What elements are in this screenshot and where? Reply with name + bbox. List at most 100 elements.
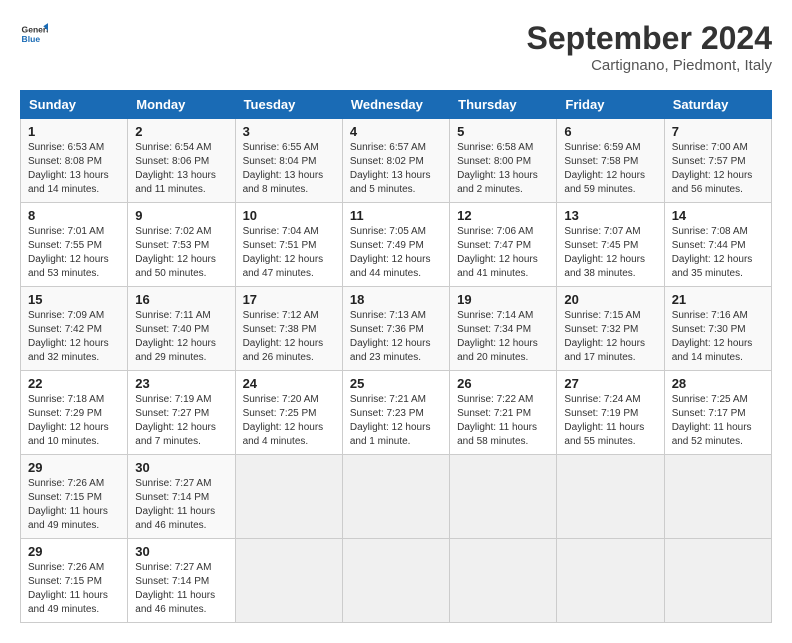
table-cell: 17 Sunrise: 7:12 AM Sunset: 7:38 PM Dayli… [235, 287, 342, 371]
day-info: Sunrise: 7:01 AM Sunset: 7:55 PM Dayligh… [28, 225, 120, 281]
day-info: Sunrise: 7:05 AM Sunset: 7:49 PM Dayligh… [350, 225, 442, 281]
day-info: Sunrise: 7:22 AM Sunset: 7:21 PM Dayligh… [457, 393, 549, 449]
day-number: 29 [28, 460, 120, 475]
calendar-row: 29Sunrise: 7:26 AM Sunset: 7:15 PM Dayli… [21, 539, 772, 623]
day-info: Sunrise: 7:07 AM Sunset: 7:45 PM Dayligh… [564, 225, 656, 281]
day-number: 11 [350, 208, 442, 223]
day-info: Sunrise: 7:13 AM Sunset: 7:36 PM Dayligh… [350, 309, 442, 365]
table-cell: 14 Sunrise: 7:08 AM Sunset: 7:44 PM Dayli… [664, 203, 771, 287]
table-cell [342, 455, 449, 539]
table-cell: 25 Sunrise: 7:21 AM Sunset: 7:23 PM Dayli… [342, 371, 449, 455]
day-number: 25 [350, 376, 442, 391]
table-cell: 12Sunrise: 7:06 AM Sunset: 7:47 PM Dayli… [450, 203, 557, 287]
day-info: Sunrise: 7:08 AM Sunset: 7:44 PM Dayligh… [672, 225, 764, 281]
table-cell: 27Sunrise: 7:24 AM Sunset: 7:19 PM Dayli… [557, 371, 664, 455]
header-friday: Friday [557, 91, 664, 119]
day-info: Sunrise: 7:20 AM Sunset: 7:25 PM Dayligh… [243, 393, 335, 449]
day-number: 19 [457, 292, 549, 307]
day-info: Sunrise: 7:27 AM Sunset: 7:14 PM Dayligh… [135, 477, 227, 533]
calendar-row: 15Sunrise: 7:09 AM Sunset: 7:42 PM Dayli… [21, 287, 772, 371]
day-number: 2 [135, 124, 227, 139]
day-info: Sunrise: 7:00 AM Sunset: 7:57 PM Dayligh… [672, 141, 764, 197]
table-cell: 1 Sunrise: 6:53 AM Sunset: 8:08 PM Daylig… [21, 119, 128, 203]
table-cell [664, 455, 771, 539]
table-cell [235, 539, 342, 623]
header-wednesday: Wednesday [342, 91, 449, 119]
table-cell [342, 539, 449, 623]
table-cell: 2 Sunrise: 6:54 AM Sunset: 8:06 PM Daylig… [128, 119, 235, 203]
table-cell: 10 Sunrise: 7:04 AM Sunset: 7:51 PM Dayli… [235, 203, 342, 287]
table-cell: 3Sunrise: 6:55 AM Sunset: 8:04 PM Daylig… [235, 119, 342, 203]
table-cell: 8 Sunrise: 7:01 AM Sunset: 7:55 PM Daylig… [21, 203, 128, 287]
day-number: 20 [564, 292, 656, 307]
table-cell [557, 539, 664, 623]
table-cell: 4Sunrise: 6:57 AM Sunset: 8:02 PM Daylig… [342, 119, 449, 203]
day-info: Sunrise: 7:16 AM Sunset: 7:30 PM Dayligh… [672, 309, 764, 365]
table-cell: 6Sunrise: 6:59 AM Sunset: 7:58 PM Daylig… [557, 119, 664, 203]
day-info: Sunrise: 7:12 AM Sunset: 7:38 PM Dayligh… [243, 309, 335, 365]
day-info: Sunrise: 6:57 AM Sunset: 8:02 PM Dayligh… [350, 141, 442, 197]
day-info: Sunrise: 7:26 AM Sunset: 7:15 PM Dayligh… [28, 561, 120, 617]
table-cell: 29 Sunrise: 7:26 AM Sunset: 7:15 PM Dayli… [21, 455, 128, 539]
day-info: Sunrise: 7:27 AM Sunset: 7:14 PM Dayligh… [135, 561, 227, 617]
day-info: Sunrise: 7:26 AM Sunset: 7:15 PM Dayligh… [28, 477, 120, 533]
day-info: Sunrise: 6:53 AM Sunset: 8:08 PM Dayligh… [28, 141, 120, 197]
svg-text:Blue: Blue [22, 34, 41, 44]
day-number: 16 [135, 292, 227, 307]
table-cell: 13 Sunrise: 7:07 AM Sunset: 7:45 PM Dayli… [557, 203, 664, 287]
day-number: 1 [28, 124, 120, 139]
calendar-row: 22 Sunrise: 7:18 AM Sunset: 7:29 PM Dayli… [21, 371, 772, 455]
day-info: Sunrise: 7:11 AM Sunset: 7:40 PM Dayligh… [135, 309, 227, 365]
day-info: Sunrise: 7:18 AM Sunset: 7:29 PM Dayligh… [28, 393, 120, 449]
table-cell: 26 Sunrise: 7:22 AM Sunset: 7:21 PM Dayli… [450, 371, 557, 455]
day-number: 3 [243, 124, 335, 139]
page-header: General Blue September 2024 Cartignano, … [20, 20, 772, 74]
table-cell: 11 Sunrise: 7:05 AM Sunset: 7:49 PM Dayli… [342, 203, 449, 287]
table-cell: 22 Sunrise: 7:18 AM Sunset: 7:29 PM Dayli… [21, 371, 128, 455]
day-number: 17 [243, 292, 335, 307]
day-info: Sunrise: 7:04 AM Sunset: 7:51 PM Dayligh… [243, 225, 335, 281]
table-cell: 15Sunrise: 7:09 AM Sunset: 7:42 PM Dayli… [21, 287, 128, 371]
day-info: Sunrise: 6:58 AM Sunset: 8:00 PM Dayligh… [457, 141, 549, 197]
table-cell [664, 539, 771, 623]
day-number: 14 [672, 208, 764, 223]
day-info: Sunrise: 7:19 AM Sunset: 7:27 PM Dayligh… [135, 393, 227, 449]
table-cell: 16 Sunrise: 7:11 AM Sunset: 7:40 PM Dayli… [128, 287, 235, 371]
table-cell: 21Sunrise: 7:16 AM Sunset: 7:30 PM Dayli… [664, 287, 771, 371]
table-cell [450, 539, 557, 623]
calendar-table: Sunday Monday Tuesday Wednesday Thursday… [20, 90, 772, 623]
day-number: 9 [135, 208, 227, 223]
table-cell: 9Sunrise: 7:02 AM Sunset: 7:53 PM Daylig… [128, 203, 235, 287]
day-number: 13 [564, 208, 656, 223]
day-info: Sunrise: 6:54 AM Sunset: 8:06 PM Dayligh… [135, 141, 227, 197]
day-number: 23 [135, 376, 227, 391]
table-cell: 7 Sunrise: 7:00 AM Sunset: 7:57 PM Daylig… [664, 119, 771, 203]
day-number: 26 [457, 376, 549, 391]
table-cell: 19Sunrise: 7:14 AM Sunset: 7:34 PM Dayli… [450, 287, 557, 371]
table-cell [450, 455, 557, 539]
day-number: 30 [135, 460, 227, 475]
table-cell: 30 Sunrise: 7:27 AM Sunset: 7:14 PM Dayli… [128, 539, 235, 623]
day-number: 24 [243, 376, 335, 391]
day-info: Sunrise: 7:25 AM Sunset: 7:17 PM Dayligh… [672, 393, 764, 449]
day-number: 8 [28, 208, 120, 223]
calendar-row: 1 Sunrise: 6:53 AM Sunset: 8:08 PM Daylig… [21, 119, 772, 203]
day-info: Sunrise: 7:06 AM Sunset: 7:47 PM Dayligh… [457, 225, 549, 281]
header-sunday: Sunday [21, 91, 128, 119]
day-number: 18 [350, 292, 442, 307]
day-number: 22 [28, 376, 120, 391]
table-cell: 5Sunrise: 6:58 AM Sunset: 8:00 PM Daylig… [450, 119, 557, 203]
day-number: 30 [135, 544, 227, 559]
day-number: 15 [28, 292, 120, 307]
table-cell: 30 Sunrise: 7:27 AM Sunset: 7:14 PM Dayli… [128, 455, 235, 539]
logo: General Blue [20, 20, 48, 48]
day-info: Sunrise: 7:21 AM Sunset: 7:23 PM Dayligh… [350, 393, 442, 449]
table-cell: 24 Sunrise: 7:20 AM Sunset: 7:25 PM Dayli… [235, 371, 342, 455]
header-saturday: Saturday [664, 91, 771, 119]
table-cell: 18 Sunrise: 7:13 AM Sunset: 7:36 PM Dayli… [342, 287, 449, 371]
month-title: September 2024 [527, 20, 772, 57]
header-thursday: Thursday [450, 91, 557, 119]
day-number: 7 [672, 124, 764, 139]
day-number: 10 [243, 208, 335, 223]
day-number: 28 [672, 376, 764, 391]
